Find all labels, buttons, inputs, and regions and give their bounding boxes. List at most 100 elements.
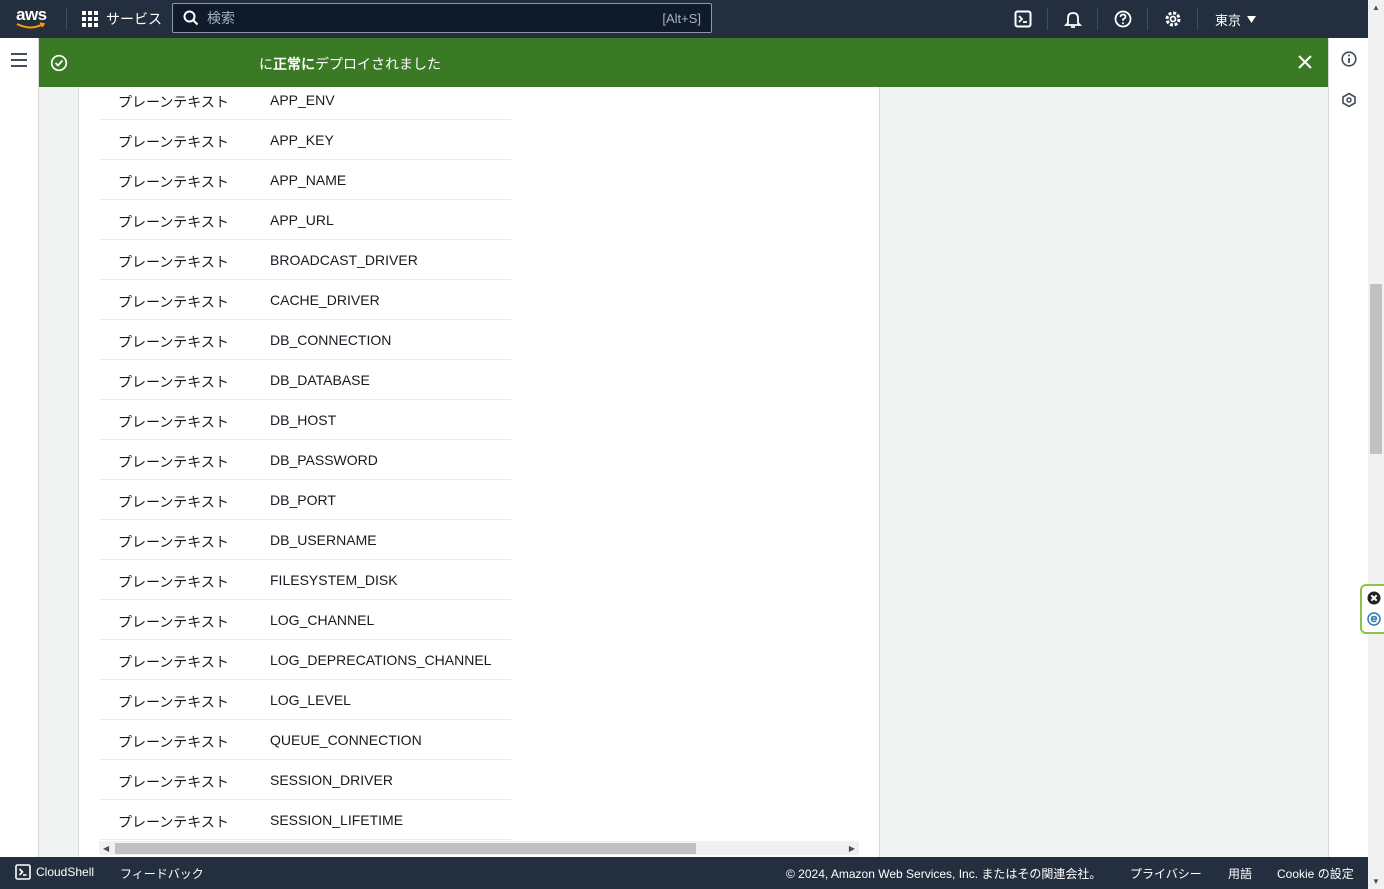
scroll-right-arrow-icon[interactable]: ▶	[849, 844, 855, 853]
table-row: プレーンテキスト DB_USERNAME	[99, 520, 511, 560]
variable-type-cell: プレーンテキスト	[118, 414, 229, 430]
variable-type-cell: プレーンテキスト	[118, 774, 229, 790]
variable-name-cell: APP_URL	[270, 212, 334, 228]
environment-variables-table: プレーンテキスト APP_ENV プレーンテキスト APP_KEY プレーンテキスト AP…	[99, 87, 859, 849]
browser-extension-badge[interactable]	[1360, 584, 1384, 634]
variable-name-cell: APP_NAME	[270, 172, 347, 188]
variable-type-cell: プレーンテキスト	[118, 494, 229, 510]
variable-name-cell: QUEUE_CONNECTION	[270, 732, 422, 748]
variable-type-cell: プレーンテキスト	[118, 174, 229, 190]
variable-name-cell: DB_CONNECTION	[270, 332, 392, 348]
cloudshell-footer-button[interactable]: CloudShell	[15, 864, 94, 880]
table-row: プレーンテキスト DB_DATABASE	[99, 360, 511, 400]
variable-type-cell: プレーンテキスト	[118, 94, 229, 110]
search-input[interactable]: 検索 [Alt+S]	[172, 3, 712, 33]
variable-type-cell: プレーンテキスト	[118, 694, 229, 710]
bell-icon	[1064, 12, 1082, 28]
settings-button[interactable]	[1162, 8, 1184, 30]
scroll-up-arrow-icon[interactable]: ▲	[1372, 3, 1380, 12]
help-button[interactable]	[1112, 8, 1134, 30]
services-label: サービス	[106, 11, 162, 27]
variable-type-cell: プレーンテキスト	[118, 574, 229, 590]
horizontal-scrollbar-thumb[interactable]	[115, 843, 696, 854]
table-row: プレーンテキスト LOG_DEPRECATIONS_CHANNEL	[99, 640, 511, 680]
table-row: プレーンテキスト DB_PORT	[99, 480, 511, 520]
nav-separator	[66, 8, 67, 30]
table-row: プレーンテキスト APP_KEY	[99, 120, 511, 160]
variable-name-cell: DB_DATABASE	[270, 372, 370, 388]
extension-e-icon[interactable]	[1367, 612, 1381, 626]
footer: CloudShell フィードバック © 2024, Amazon Web Se…	[0, 857, 1368, 889]
variable-name-cell: CACHE_DRIVER	[270, 292, 380, 308]
vertical-scrollbar-thumb[interactable]	[1370, 284, 1382, 454]
variable-name-cell: SESSION_DRIVER	[270, 772, 393, 788]
aws-smile-icon	[16, 22, 46, 29]
cloudshell-button[interactable]	[1012, 8, 1034, 30]
table-row: プレーンテキスト SESSION_DRIVER	[99, 760, 511, 800]
search-shortcut: [Alt+S]	[662, 10, 701, 26]
scroll-down-arrow-icon[interactable]: ▼	[1372, 877, 1380, 886]
terms-link[interactable]: 用語	[1228, 865, 1252, 882]
table-row: プレーンテキスト APP_NAME	[99, 160, 511, 200]
scroll-left-arrow-icon[interactable]: ◀	[103, 844, 109, 853]
table-row: プレーンテキスト BROADCAST_DRIVER	[99, 240, 511, 280]
variable-name-cell: BROADCAST_DRIVER	[270, 252, 418, 268]
variable-name-cell: FILESYSTEM_DISK	[270, 572, 398, 588]
region-selector[interactable]: 東京	[1215, 10, 1257, 29]
variable-name-cell: SESSION_LIFETIME	[270, 812, 404, 828]
variable-type-cell: プレーンテキスト	[118, 454, 229, 470]
horizontal-scrollbar[interactable]: ◀ ▶	[99, 841, 859, 855]
variable-type-cell: プレーンテキスト	[118, 134, 229, 150]
main-content: プレーンテキスト APP_ENV プレーンテキスト APP_KEY プレーンテキスト AP…	[39, 87, 1328, 857]
feedback-link[interactable]: フィードバック	[120, 865, 204, 882]
table-row: プレーンテキスト CACHE_DRIVER	[99, 280, 511, 320]
right-tools-rail	[1328, 38, 1368, 857]
services-menu-button[interactable]: サービス	[82, 9, 162, 29]
nav-separator	[1147, 8, 1148, 30]
table-row: プレーンテキスト APP_URL	[99, 200, 511, 240]
notifications-button[interactable]	[1062, 8, 1084, 30]
caret-down-icon	[1247, 16, 1257, 23]
variable-name-cell: DB_PASSWORD	[270, 452, 378, 468]
variable-name-cell: DB_PORT	[270, 492, 336, 508]
flash-message: に正常にデプロイされました	[259, 54, 441, 74]
table-row: プレーンテキスト APP_ENV	[99, 87, 511, 120]
variable-type-cell: プレーンテキスト	[118, 214, 229, 230]
table-row: プレーンテキスト LOG_CHANNEL	[99, 600, 511, 640]
variable-name-cell: DB_USERNAME	[270, 532, 377, 548]
grid-icon	[82, 11, 98, 27]
close-circle-icon[interactable]	[1367, 591, 1381, 605]
hexagon-icon[interactable]	[1341, 92, 1357, 108]
privacy-link[interactable]: プライバシー	[1130, 865, 1202, 882]
table-row: プレーンテキスト DB_HOST	[99, 400, 511, 440]
aws-logo[interactable]: aws	[16, 6, 50, 32]
cookie-settings-link[interactable]: Cookie の設定	[1277, 865, 1354, 882]
success-flash-banner: に正常にデプロイされました	[39, 38, 1328, 87]
terminal-icon	[1014, 10, 1032, 28]
table-row: プレーンテキスト LOG_LEVEL	[99, 680, 511, 720]
variable-name-cell: LOG_CHANNEL	[270, 612, 375, 628]
variable-type-cell: プレーンテキスト	[118, 814, 229, 830]
info-icon[interactable]	[1341, 51, 1357, 67]
variable-type-cell: プレーンテキスト	[118, 654, 229, 670]
flash-message-suffix: デプロイされました	[315, 56, 441, 72]
flash-message-bold: 正常に	[273, 56, 315, 72]
nav-separator	[1047, 8, 1048, 30]
variable-type-cell: プレーンテキスト	[118, 254, 229, 270]
table-row: プレーンテキスト FILESYSTEM_DISK	[99, 560, 511, 600]
variable-type-cell: プレーンテキスト	[118, 334, 229, 350]
nav-separator	[1197, 8, 1198, 30]
page-vertical-scrollbar[interactable]: ▲ ▼	[1368, 0, 1384, 889]
flash-message-prefix: に	[259, 56, 273, 72]
close-icon[interactable]	[1298, 55, 1312, 69]
help-icon	[1114, 10, 1132, 28]
region-label: 東京	[1215, 13, 1242, 28]
variable-type-cell: プレーンテキスト	[118, 374, 229, 390]
menu-icon[interactable]	[11, 53, 27, 71]
search-icon	[183, 10, 199, 26]
environment-variables-card: プレーンテキスト APP_ENV プレーンテキスト APP_KEY プレーンテキスト AP…	[78, 87, 880, 857]
variable-name-cell: APP_ENV	[270, 92, 335, 108]
table-row: プレーンテキスト DB_CONNECTION	[99, 320, 511, 360]
nav-separator	[1097, 8, 1098, 30]
left-navigation-rail	[0, 38, 39, 857]
